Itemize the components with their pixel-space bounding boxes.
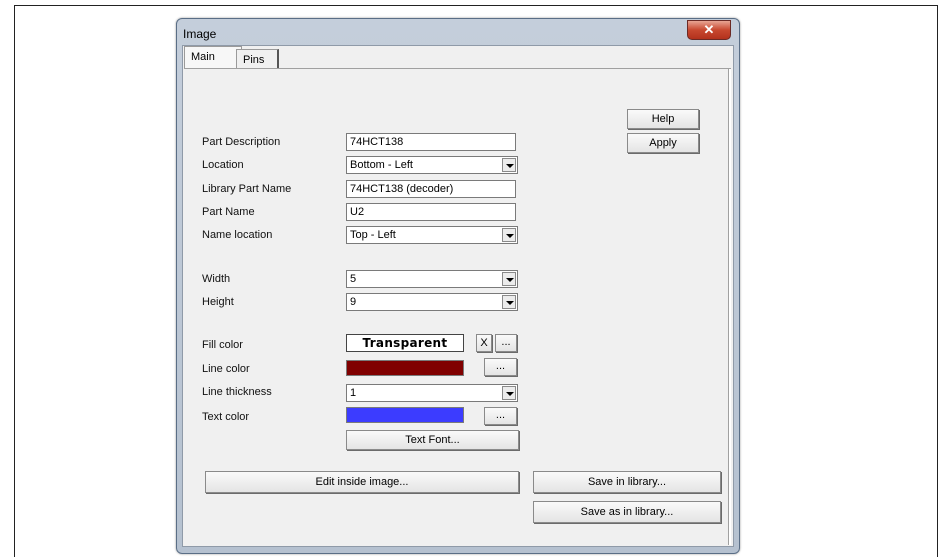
chevron-down-icon[interactable] [502,386,516,400]
window-title: Image [183,27,217,41]
clear-fill-button[interactable]: X [476,334,492,352]
text-color-swatch[interactable] [346,407,464,423]
part-description-input[interactable]: 74HCT138 [346,133,516,151]
close-button[interactable]: ✕ [687,20,731,40]
close-icon: ✕ [703,22,715,37]
library-part-name-label: Library Part Name [202,183,292,195]
help-button[interactable]: Help [627,109,699,129]
apply-button[interactable]: Apply [627,133,699,153]
line-color-picker-button[interactable]: ... [484,358,517,376]
save-in-library-button[interactable]: Save in library... [533,471,721,493]
tab-main[interactable]: Main [184,46,242,69]
text-color-label: Text color [202,411,250,423]
location-label: Location [202,159,244,171]
height-label: Height [202,296,234,308]
line-thickness-label: Line thickness [202,386,272,398]
tab-pins[interactable]: Pins [236,49,279,69]
text-font-button[interactable]: Text Font... [346,430,519,450]
chevron-down-icon[interactable] [502,295,516,309]
text-color-picker-button[interactable]: ... [484,407,517,425]
part-name-label: Part Name [202,206,255,218]
frame-border-top [14,5,938,6]
chevron-down-icon[interactable] [502,228,516,242]
line-thickness-value: 1 [350,387,357,399]
main-tab-page: Help Apply Part Description 74HCT138 Loc… [184,68,731,545]
location-select[interactable]: Bottom - Left [346,156,518,174]
width-label: Width [202,273,231,285]
name-location-value: Top - Left [350,229,396,241]
chevron-down-icon[interactable] [502,272,516,286]
part-description-label: Part Description [202,136,281,148]
line-thickness-select[interactable]: 1 [346,384,518,402]
dialog-client-area: Main Pins Help Apply Part Description 74… [182,45,734,547]
line-color-label: Line color [202,363,250,375]
frame-border-right [937,5,938,557]
height-value: 9 [350,296,357,308]
fill-color-swatch[interactable]: Transparent [346,334,464,352]
edit-inside-image-button[interactable]: Edit inside image... [205,471,519,493]
chevron-down-icon[interactable] [502,158,516,172]
page-edge [728,69,731,545]
save-as-in-library-button[interactable]: Save as in library... [533,501,721,523]
image-dialog: Image ✕ Main Pins Help Apply Part Descri… [176,18,740,554]
location-value: Bottom - Left [350,159,413,171]
line-color-swatch[interactable] [346,360,464,376]
frame-border-left [14,5,15,557]
name-location-label: Name location [202,229,273,241]
fill-color-label: Fill color [202,339,243,351]
width-select[interactable]: 5 [346,270,518,288]
fill-color-picker-button[interactable]: ... [495,334,517,352]
library-part-name-input[interactable]: 74HCT138 (decoder) [346,180,516,198]
part-name-input[interactable]: U2 [346,203,516,221]
name-location-select[interactable]: Top - Left [346,226,518,244]
width-value: 5 [350,273,357,285]
height-select[interactable]: 9 [346,293,518,311]
